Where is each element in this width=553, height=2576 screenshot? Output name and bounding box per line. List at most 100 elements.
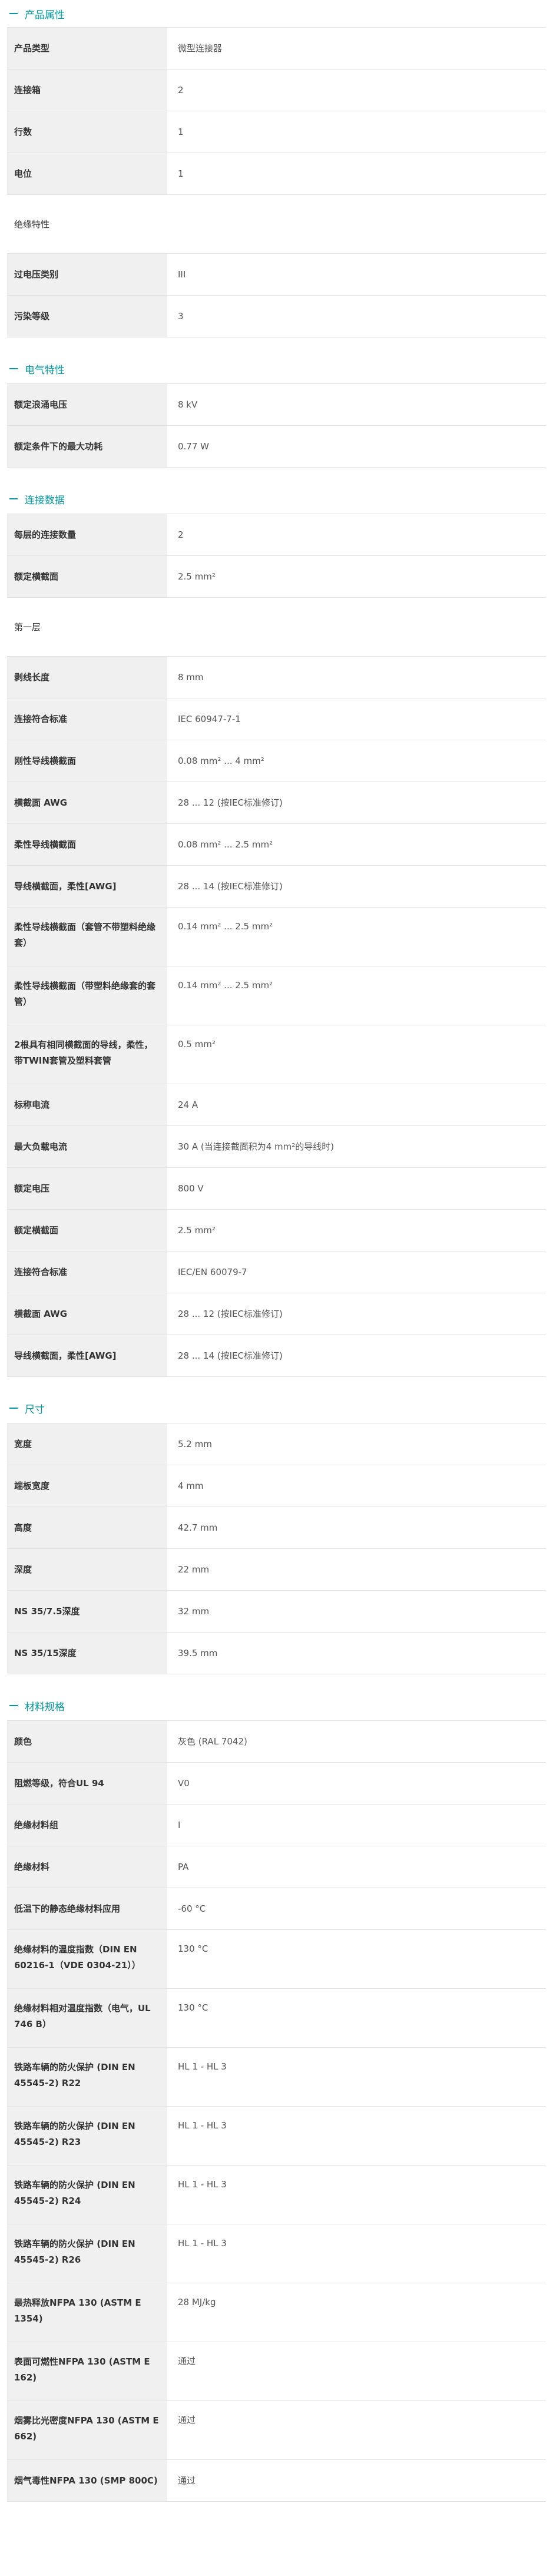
spec-value: I (178, 1820, 181, 1830)
spec-row: 绝缘材料相对温度指数（电气，UL 746 B） 130 °C (7, 1989, 546, 2048)
spec-section: 产品属性 产品类型 微型连接器 连接箱 2 行数 1 电位 1 绝缘特性 过电压类别 III 污染等级 3 (7, 0, 546, 337)
section-header[interactable]: 产品属性 (7, 0, 546, 27)
spec-label: 深度 (7, 1549, 167, 1590)
spec-row: 过电压类别 III (7, 254, 546, 296)
spec-value: 4 mm (178, 1481, 204, 1491)
section-header[interactable]: 尺寸 (7, 1393, 546, 1423)
spec-row: 高度 42.7 mm (7, 1507, 546, 1549)
spec-row: 每层的连接数量 2 (7, 514, 546, 556)
spec-value: V0 (178, 1778, 190, 1789)
spec-value: 0.14 mm² ... 2.5 mm² (178, 921, 273, 932)
spec-label: 刚性导线横截面 (7, 740, 167, 782)
spec-label: 最热释放NFPA 130 (ASTM E 1354) (7, 2283, 167, 2342)
collapse-dash-icon (9, 498, 18, 499)
spec-value: 22 mm (178, 1564, 210, 1575)
spec-row: 绝缘材料 PA (7, 1846, 546, 1888)
spec-value: HL 1 - HL 3 (178, 2061, 227, 2072)
spec-table: 额定浪涌电压 8 kV 额定条件下的最大功耗 0.77 W (7, 383, 546, 468)
spec-label: 行数 (7, 111, 167, 153)
section-title: 电气特性 (25, 364, 65, 376)
spec-value: 39.5 mm (178, 1648, 218, 1658)
spec-value: 微型连接器 (178, 43, 223, 54)
spec-value: 32 mm (178, 1606, 210, 1617)
spec-value: 130 °C (178, 2002, 208, 2013)
spec-label: 低温下的静态绝缘材料应用 (7, 1888, 167, 1929)
spec-row: 导线横截面，柔性[AWG] 28 ... 14 (按IEC标准修订) (7, 866, 546, 908)
spec-value: PA (178, 1862, 189, 1872)
spec-label: 导线横截面，柔性[AWG] (7, 1335, 167, 1376)
spec-row: 铁路车辆的防火保护 (DIN EN 45545-2) R24 HL 1 - HL … (7, 2166, 546, 2224)
spec-row: 额定浪涌电压 8 kV (7, 384, 546, 426)
spec-row: 低温下的静态绝缘材料应用 -60 °C (7, 1888, 546, 1930)
spec-label: 电位 (7, 153, 167, 194)
spec-value: 28 ... 14 (按IEC标准修订) (178, 1350, 283, 1361)
spec-label: 烟气毒性NFPA 130 (SMP 800C) (7, 2460, 167, 2501)
spec-row: 阻燃等级，符合UL 94 V0 (7, 1763, 546, 1804)
spec-row: 污染等级 3 (7, 296, 546, 337)
collapse-dash-icon (9, 1705, 18, 1706)
spec-row: 柔性导线横截面（套管不带塑料绝缘套） 0.14 mm² ... 2.5 mm² (7, 908, 546, 966)
spec-row: 绝缘材料的温度指数（DIN EN 60216-1（VDE 0304-21）） 13… (7, 1930, 546, 1989)
spec-label: 绝缘材料组 (7, 1804, 167, 1846)
spec-value: III (178, 269, 186, 280)
spec-label: 端板宽度 (7, 1465, 167, 1506)
spec-table: 宽度 5.2 mm 端板宽度 4 mm 高度 42.7 mm 深度 22 mm NS 35/7.… (7, 1423, 546, 1674)
spec-row: 柔性导线横截面（带塑料绝缘套的套管） 0.14 mm² ... 2.5 mm² (7, 966, 546, 1025)
spec-label: 2根具有相同横截面的导线，柔性，带TWIN套管及塑料套管 (7, 1025, 167, 1084)
spec-row: 横截面 AWG 28 ... 12 (按IEC标准修订) (7, 782, 546, 824)
spec-label: 颜色 (7, 1721, 167, 1762)
spec-label: 过电压类别 (7, 254, 167, 295)
spec-label: 柔性导线横截面（套管不带塑料绝缘套） (7, 908, 167, 966)
collapse-dash-icon (9, 13, 18, 14)
spec-label: 铁路车辆的防火保护 (DIN EN 45545-2) R22 (7, 2048, 167, 2106)
spec-table: 颜色 灰色 (RAL 7042) 阻燃等级，符合UL 94 V0 绝缘材料组 I 绝缘材料 P… (7, 1720, 546, 2502)
spec-value: 8 mm (178, 672, 204, 683)
spec-label: 连接箱 (7, 69, 167, 111)
spec-label: 表面可燃性NFPA 130 (ASTM E 162) (7, 2342, 167, 2400)
spec-label: 额定横截面 (7, 1210, 167, 1251)
section-header[interactable]: 连接数据 (7, 484, 546, 514)
product-spec-page: 产品属性 产品类型 微型连接器 连接箱 2 行数 1 电位 1 绝缘特性 过电压类别 III 污染等级 3… (0, 0, 553, 2502)
spec-label: 横截面 AWG (7, 782, 167, 823)
spec-value: 0.14 mm² ... 2.5 mm² (178, 980, 273, 991)
spec-table: 产品类型 微型连接器 连接箱 2 行数 1 电位 1 绝缘特性 过电压类别 III 污染等级 3 (7, 27, 546, 337)
spec-label: 额定浪涌电压 (7, 384, 167, 425)
spec-row: 最大负载电流 30 A (当连接截面积为4 mm²的导线时) (7, 1126, 546, 1168)
spec-row: 横截面 AWG 28 ... 12 (按IEC标准修订) (7, 1293, 546, 1335)
spec-row: 额定条件下的最大功耗 0.77 W (7, 426, 546, 468)
spec-value: 130 °C (178, 1943, 208, 1954)
spec-row: 额定横截面 2.5 mm² (7, 556, 546, 598)
spec-row: 绝缘材料组 I (7, 1804, 546, 1846)
section-header[interactable]: 电气特性 (7, 354, 546, 383)
spec-value: 灰色 (RAL 7042) (178, 1736, 247, 1747)
spec-row: 额定横截面 2.5 mm² (7, 1210, 546, 1251)
spec-label: 污染等级 (7, 296, 167, 337)
spec-label: 绝缘材料的温度指数（DIN EN 60216-1（VDE 0304-21）） (7, 1930, 167, 1988)
spec-value: -60 °C (178, 1903, 206, 1914)
spec-table: 每层的连接数量 2 额定横截面 2.5 mm² 第一层 剥线长度 8 mm 连接符合标准 IEC… (7, 514, 546, 1377)
spec-value: 2.5 mm² (178, 1225, 216, 1236)
spec-row: 铁路车辆的防火保护 (DIN EN 45545-2) R26 HL 1 - HL … (7, 2224, 546, 2283)
spec-value: 1 (178, 168, 184, 179)
spec-row: 柔性导线横截面 0.08 mm² ... 2.5 mm² (7, 824, 546, 866)
spec-section: 尺寸宽度 5.2 mm 端板宽度 4 mm 高度 42.7 mm 深度 22 mm NS 35/… (7, 1393, 546, 1674)
collapse-dash-icon (9, 368, 18, 369)
spec-row: 标称电流 24 A (7, 1084, 546, 1126)
section-header[interactable]: 材料规格 (7, 1691, 546, 1720)
spec-value: 5.2 mm (178, 1439, 212, 1449)
section-title: 连接数据 (25, 494, 65, 506)
spec-row: 刚性导线横截面 0.08 mm² ... 4 mm² (7, 740, 546, 782)
spec-label: 产品类型 (7, 28, 167, 69)
spec-row: 铁路车辆的防火保护 (DIN EN 45545-2) R22 HL 1 - HL … (7, 2048, 546, 2107)
spec-row: 最热释放NFPA 130 (ASTM E 1354) 28 MJ/kg (7, 2283, 546, 2342)
section-title: 产品属性 (25, 9, 65, 21)
spec-label: 柔性导线横截面（带塑料绝缘套的套管） (7, 966, 167, 1025)
spec-row: 产品类型 微型连接器 (7, 28, 546, 69)
spec-value: 0.08 mm² ... 4 mm² (178, 756, 264, 766)
spec-row: 导线横截面，柔性[AWG] 28 ... 14 (按IEC标准修订) (7, 1335, 546, 1377)
spec-label: 标称电流 (7, 1084, 167, 1125)
spec-value: 800 V (178, 1183, 204, 1194)
spec-row: 宽度 5.2 mm (7, 1423, 546, 1465)
spec-label: NS 35/15深度 (7, 1633, 167, 1674)
section-title: 尺寸 (25, 1403, 45, 1416)
